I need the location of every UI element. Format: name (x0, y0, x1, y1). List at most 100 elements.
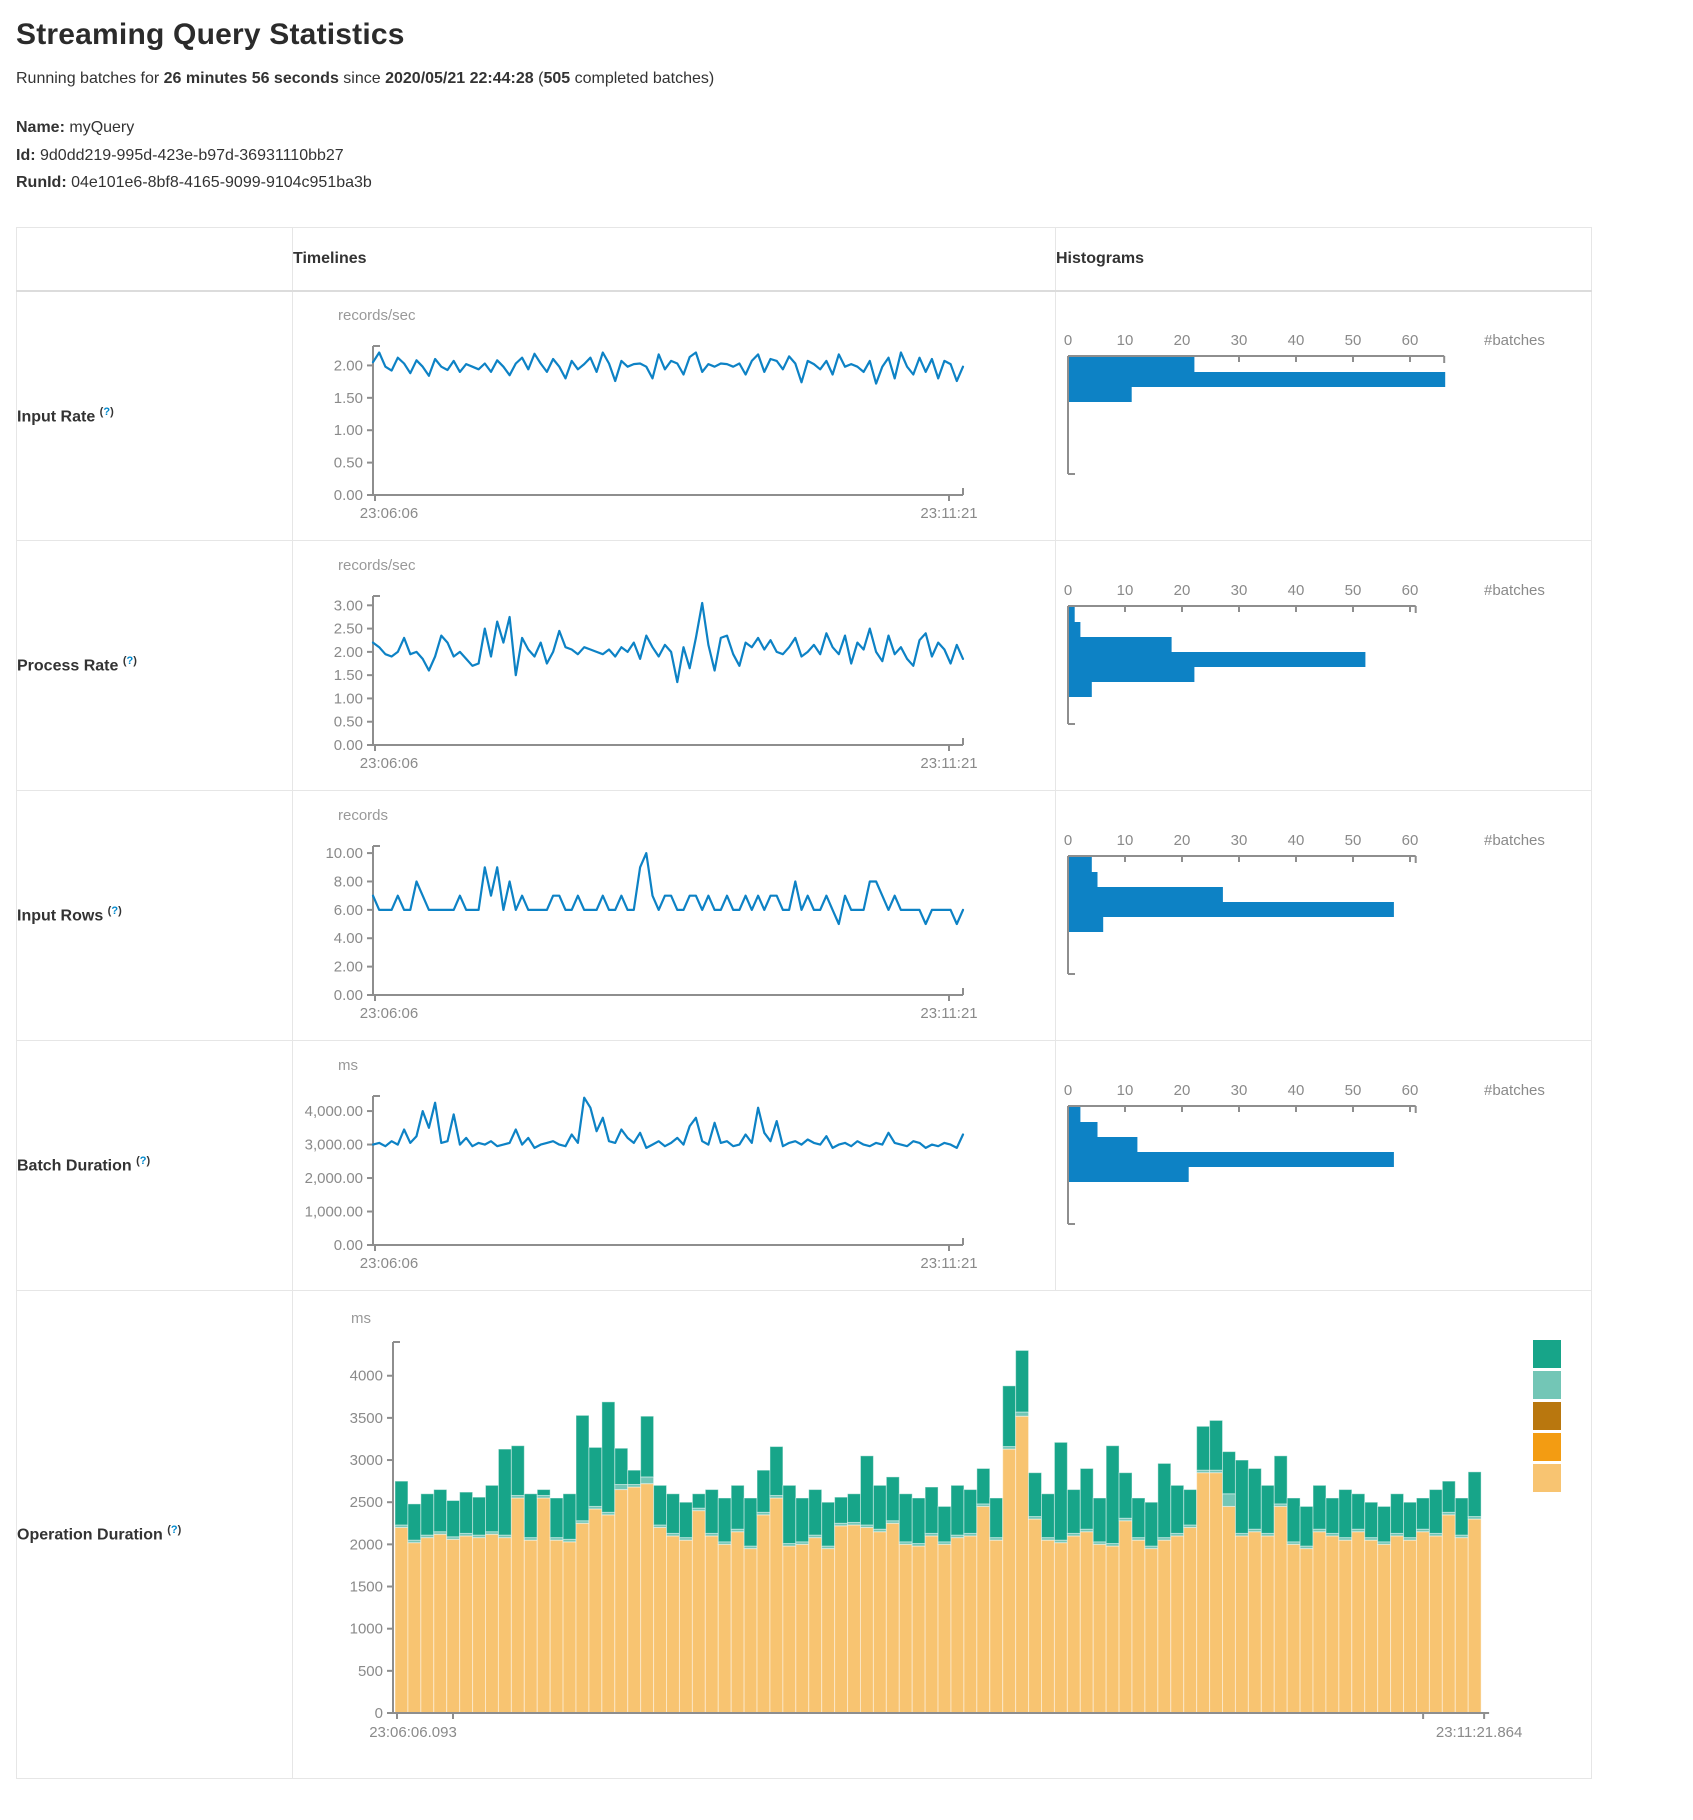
legend-swatch-0 (1533, 1340, 1561, 1368)
svg-text:10: 10 (1117, 582, 1134, 599)
timeline-line-chart-svg: records10.008.006.004.002.000.0023:06:06… (293, 802, 993, 1024)
svg-text:50: 50 (1345, 1082, 1362, 1099)
process-rate-timeline-chart: records/sec3.002.502.001.501.000.500.002… (293, 552, 1055, 779)
svg-text:0.50: 0.50 (334, 714, 363, 731)
legend-swatch-4 (1533, 1464, 1561, 1492)
batch-duration-timeline-chart: ms4,000.003,000.002,000.001,000.000.0023… (293, 1052, 1055, 1279)
svg-text:records: records (338, 807, 388, 824)
help-icon[interactable]: (?) (100, 406, 114, 418)
svg-text:1.50: 1.50 (334, 667, 363, 684)
svg-text:60: 60 (1402, 582, 1419, 599)
svg-text:40: 40 (1288, 832, 1305, 849)
operation-duration-svg: ms4000350030002500200015001000500023:06:… (293, 1297, 1585, 1767)
completed-batches-count: 505 (543, 70, 570, 87)
svg-text:4,000.00: 4,000.00 (305, 1103, 363, 1120)
help-icon[interactable]: (?) (123, 655, 137, 667)
svg-text:50: 50 (1345, 582, 1362, 599)
histogram-svg: 0102030405060#batches (1056, 577, 1576, 749)
svg-text:#batches: #batches (1484, 832, 1545, 849)
svg-text:40: 40 (1288, 582, 1305, 599)
svg-text:23:06:06: 23:06:06 (360, 1255, 418, 1272)
svg-text:23:06:06.093: 23:06:06.093 (369, 1724, 457, 1741)
query-meta: Name: myQuery Id: 9d0dd219-995d-423e-b97… (16, 114, 1677, 197)
histogram-svg: 0102030405060#batches (1056, 327, 1576, 499)
svg-text:6.00: 6.00 (334, 902, 363, 919)
table-header-row: Timelines Histograms (17, 227, 1592, 291)
statistics-table: Timelines Histograms Input Rate (?) reco… (16, 227, 1592, 1780)
svg-text:20: 20 (1174, 582, 1191, 599)
header-empty-cell (17, 227, 293, 291)
svg-text:#batches: #batches (1484, 332, 1545, 349)
svg-text:2.50: 2.50 (334, 621, 363, 638)
table-row-input-rows: Input Rows (?) records10.008.006.004.002… (17, 791, 1592, 1041)
input-rate-timeline-chart: records/sec2.001.501.000.500.0023:06:062… (293, 302, 1055, 529)
svg-text:#batches: #batches (1484, 582, 1545, 599)
process-rate-histogram-chart: 0102030405060#batches (1056, 577, 1591, 754)
id-label: Id: (16, 147, 36, 164)
row-label-batch-duration: Batch Duration (?) (17, 1041, 293, 1291)
svg-text:60: 60 (1402, 332, 1419, 349)
help-icon[interactable]: (?) (108, 905, 122, 917)
svg-text:0.00: 0.00 (334, 737, 363, 754)
svg-text:60: 60 (1402, 832, 1419, 849)
svg-text:0: 0 (375, 1705, 383, 1722)
svg-text:23:06:06: 23:06:06 (360, 1005, 418, 1022)
timeline-line-chart-svg: ms4,000.003,000.002,000.001,000.000.0023… (293, 1052, 993, 1274)
svg-text:0: 0 (1064, 332, 1072, 349)
svg-text:1.00: 1.00 (334, 423, 363, 440)
svg-text:10: 10 (1117, 332, 1134, 349)
help-icon[interactable]: (?) (136, 1155, 150, 1167)
operation-duration-stacked-chart: ms4000350030002500200015001000500023:06:… (293, 1297, 1591, 1772)
column-header-timelines: Timelines (293, 227, 1056, 291)
svg-text:60: 60 (1402, 1082, 1419, 1099)
svg-text:ms: ms (351, 1310, 371, 1327)
legend-swatch-1 (1533, 1371, 1561, 1399)
name-value: myQuery (69, 119, 134, 136)
svg-text:10: 10 (1117, 832, 1134, 849)
svg-text:ms: ms (338, 1057, 358, 1074)
legend-swatch-3 (1533, 1433, 1561, 1461)
svg-text:3,000.00: 3,000.00 (305, 1137, 363, 1154)
svg-text:0: 0 (1064, 582, 1072, 599)
svg-text:0.00: 0.00 (334, 1237, 363, 1254)
svg-text:50: 50 (1345, 332, 1362, 349)
svg-text:23:11:21: 23:11:21 (920, 1255, 977, 1272)
legend-swatch-2 (1533, 1402, 1561, 1430)
svg-text:2500: 2500 (350, 1494, 383, 1511)
svg-text:10: 10 (1117, 1082, 1134, 1099)
running-duration: 26 minutes 56 seconds (164, 70, 339, 87)
svg-text:40: 40 (1288, 1082, 1305, 1099)
svg-text:1500: 1500 (350, 1579, 383, 1596)
column-header-histograms: Histograms (1056, 227, 1592, 291)
streaming-query-statistics-page: Streaming Query Statistics Running batch… (0, 0, 1693, 1820)
row-label-input-rate: Input Rate (?) (17, 291, 293, 541)
input-rows-timeline-chart: records10.008.006.004.002.000.0023:06:06… (293, 802, 1055, 1029)
svg-text:0.00: 0.00 (334, 487, 363, 504)
running-batches-summary: Running batches for 26 minutes 56 second… (16, 70, 1677, 88)
help-icon[interactable]: (?) (167, 1524, 181, 1536)
svg-text:20: 20 (1174, 1082, 1191, 1099)
svg-text:3.00: 3.00 (334, 597, 363, 614)
svg-text:20: 20 (1174, 832, 1191, 849)
svg-text:1000: 1000 (350, 1621, 383, 1638)
input-rows-histogram-chart: 0102030405060#batches (1056, 827, 1591, 1004)
svg-text:0: 0 (1064, 832, 1072, 849)
row-label-input-rows: Input Rows (?) (17, 791, 293, 1041)
histogram-svg: 0102030405060#batches (1056, 1077, 1576, 1249)
svg-text:30: 30 (1231, 332, 1248, 349)
svg-text:1.50: 1.50 (334, 390, 363, 407)
table-row-batch-duration: Batch Duration (?) ms4,000.003,000.002,0… (17, 1041, 1592, 1291)
svg-text:3500: 3500 (350, 1410, 383, 1427)
query-id-line: Id: 9d0dd219-995d-423e-b97d-36931110bb27 (16, 142, 1677, 170)
svg-text:0.00: 0.00 (334, 987, 363, 1004)
svg-text:23:06:06: 23:06:06 (360, 505, 418, 522)
runid-label: RunId: (16, 174, 67, 191)
start-timestamp: 2020/05/21 22:44:28 (385, 70, 534, 87)
svg-text:40: 40 (1288, 332, 1305, 349)
query-name-line: Name: myQuery (16, 114, 1677, 142)
svg-text:23:11:21: 23:11:21 (920, 1005, 977, 1022)
svg-text:2.00: 2.00 (334, 644, 363, 661)
timeline-line-chart-svg: records/sec2.001.501.000.500.0023:06:062… (293, 302, 993, 524)
runid-value: 04e101e6-8bf8-4165-9099-9104c951ba3b (71, 174, 372, 191)
batch-duration-histogram-chart: 0102030405060#batches (1056, 1077, 1591, 1254)
